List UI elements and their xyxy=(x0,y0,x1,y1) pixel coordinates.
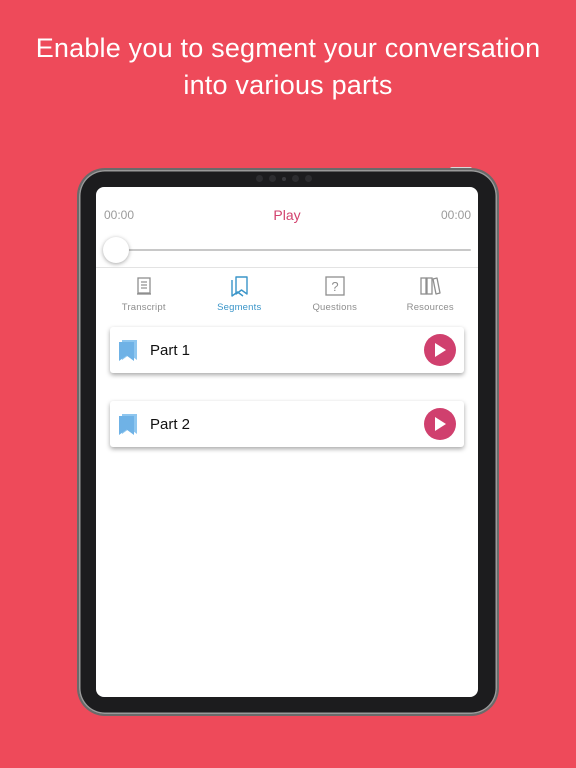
books-icon xyxy=(420,277,441,295)
headline-line-2: into various parts xyxy=(183,70,393,100)
camera-dot xyxy=(256,175,263,182)
bookmarks-icon xyxy=(231,276,248,297)
tablet-camera-bar xyxy=(256,175,312,182)
play-icon xyxy=(435,343,446,357)
tab-transcript[interactable]: Transcript xyxy=(96,268,192,317)
tab-label: Resources xyxy=(406,302,454,313)
tab-questions[interactable]: ? Questions xyxy=(287,268,383,317)
segment-label: Part 2 xyxy=(150,415,191,433)
total-time: 00:00 xyxy=(440,208,471,222)
camera-dot xyxy=(282,176,286,181)
headline: Enable you to segment your conversation … xyxy=(0,30,576,104)
question-icon: ? xyxy=(325,276,345,296)
app-screen: 00:00 Play 00:00 Transcript Segments ? Q… xyxy=(96,187,478,697)
segment-item-part-2[interactable]: Part 2 xyxy=(110,401,464,447)
tab-label: Transcript xyxy=(121,302,166,313)
bookmark-icon xyxy=(119,340,137,361)
segment-play-button[interactable] xyxy=(424,408,456,440)
progress-slider-track[interactable] xyxy=(116,249,471,251)
camera-dot xyxy=(292,175,299,182)
tab-label: Segments xyxy=(217,302,262,313)
tab-bar: Transcript Segments ? Questions Resource… xyxy=(96,267,478,317)
audio-player: 00:00 Play 00:00 xyxy=(96,187,478,267)
tab-segments[interactable]: Segments xyxy=(192,268,288,317)
camera-dot xyxy=(305,175,312,182)
svg-text:?: ? xyxy=(331,279,338,294)
segment-label: Part 1 xyxy=(150,341,191,359)
segment-play-button[interactable] xyxy=(424,334,456,366)
segment-item-part-1[interactable]: Part 1 xyxy=(110,327,464,373)
tab-label: Questions xyxy=(312,302,358,313)
bookmark-icon xyxy=(119,414,137,435)
headline-line-1: Enable you to segment your conversation xyxy=(35,33,541,63)
play-button[interactable]: Play xyxy=(96,207,478,223)
play-icon xyxy=(435,417,446,431)
transcript-icon xyxy=(136,277,151,295)
tab-resources[interactable]: Resources xyxy=(383,268,479,317)
progress-slider-thumb[interactable] xyxy=(103,237,129,263)
camera-dot xyxy=(269,175,276,182)
